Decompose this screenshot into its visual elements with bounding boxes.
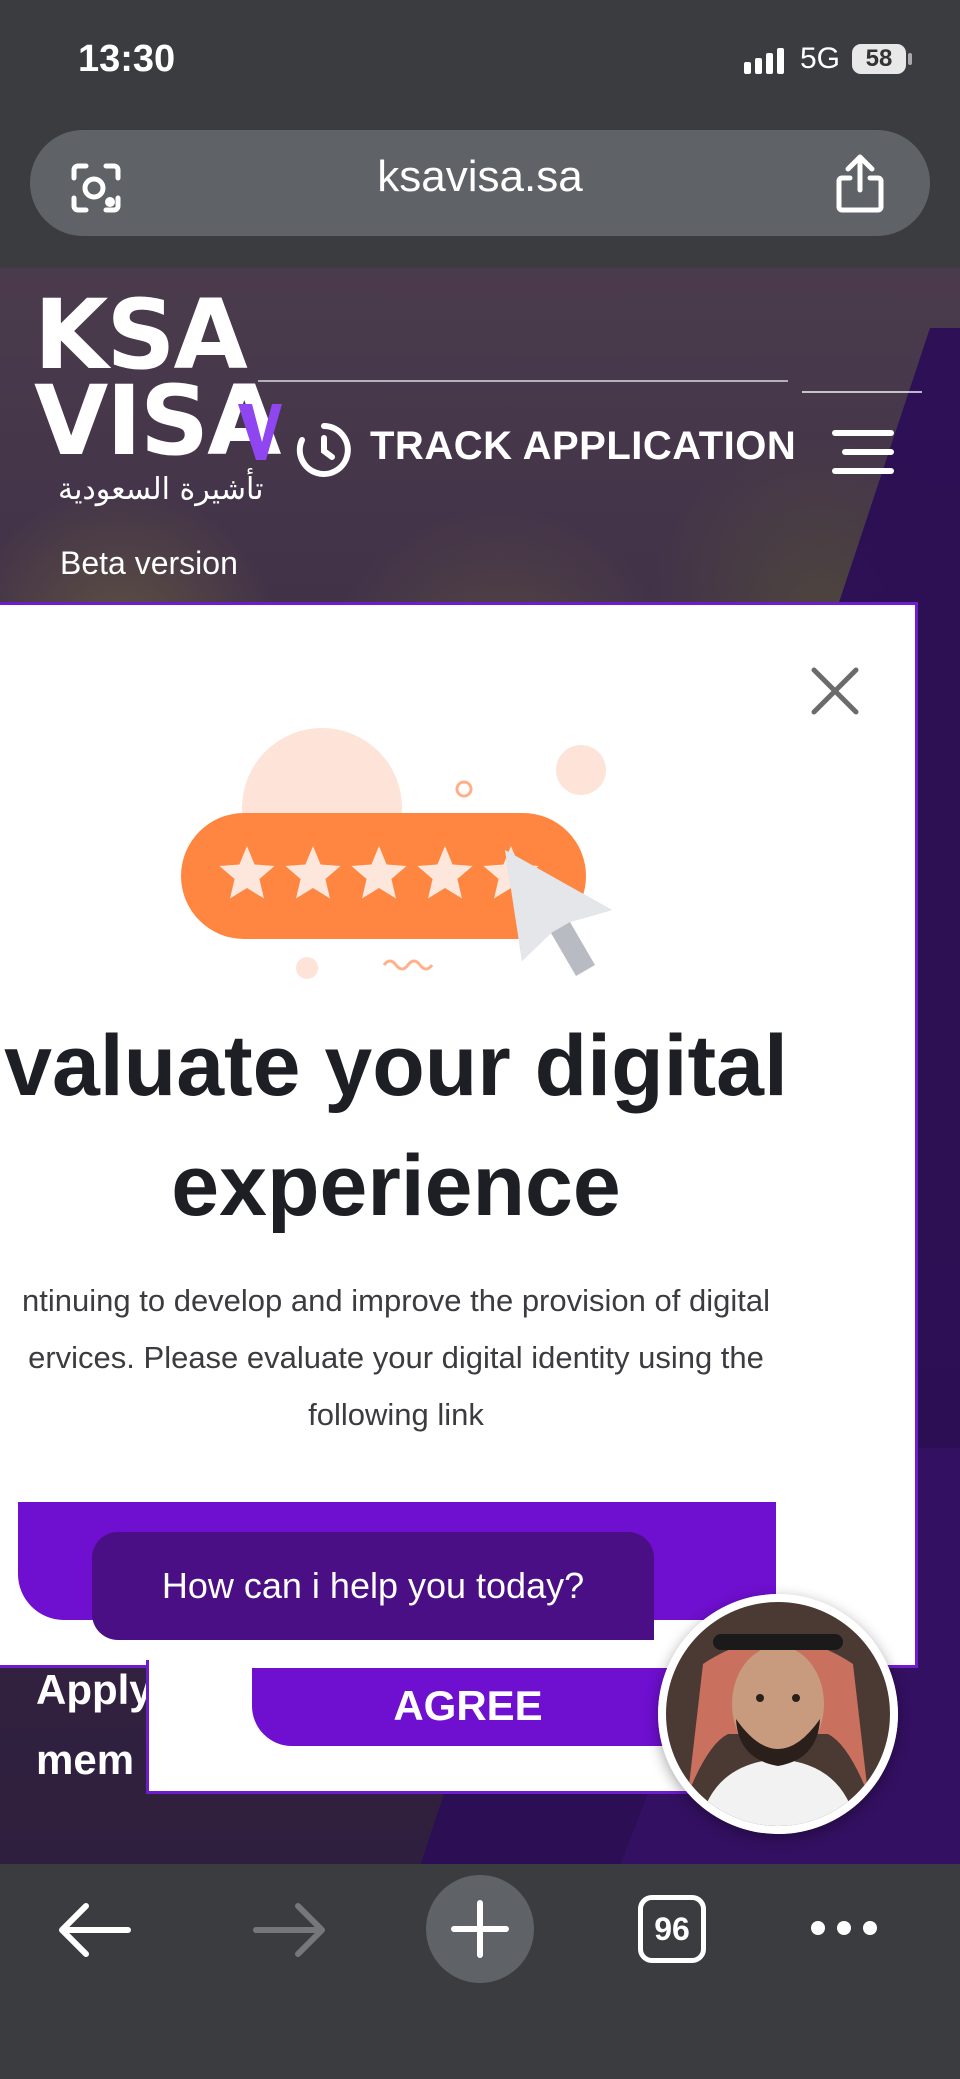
dialog-description: ntinuing to develop and improve the prov… [0, 1272, 912, 1443]
background-hero-text: Apply mem [36, 1655, 153, 1795]
chat-assistant-avatar[interactable] [658, 1594, 898, 1834]
back-arrow-icon[interactable] [58, 1902, 132, 1958]
more-options-icon[interactable] [808, 1918, 880, 1938]
decor-dot [296, 957, 318, 979]
chat-prompt-bubble[interactable]: How can i help you today? [92, 1532, 654, 1640]
url-text[interactable]: ksavisa.sa [0, 152, 960, 202]
track-application-link[interactable]: TRACK APPLICATION [370, 424, 796, 469]
status-time: 13:30 [78, 38, 176, 80]
battery-icon: 58 [852, 44, 906, 74]
share-icon[interactable] [834, 152, 886, 216]
battery-cap [908, 53, 912, 65]
close-icon[interactable] [808, 664, 862, 718]
decor-ring [455, 780, 473, 798]
heading-line: experience [171, 1138, 621, 1234]
forward-arrow-icon[interactable] [252, 1902, 326, 1958]
logo-arabic-text: تأشيرة السعودية [58, 472, 264, 507]
logo-check-mark [238, 404, 282, 460]
tab-switcher-button[interactable]: 96 [638, 1895, 706, 1963]
decor-squiggle [382, 959, 434, 971]
plus-icon [451, 1900, 509, 1958]
menu-hamburger-icon[interactable] [832, 430, 894, 487]
network-label: 5G [800, 42, 841, 75]
signal-icon [744, 48, 784, 74]
decor-circle [556, 745, 606, 795]
dialog-heading: valuate your digital experience [0, 1006, 912, 1246]
clock-icon[interactable] [294, 420, 354, 480]
agree-button[interactable]: AGREE [252, 1668, 684, 1746]
beta-version-label: Beta version [60, 545, 238, 581]
heading-line: valuate your digital [4, 1018, 788, 1114]
background-text-line: mem [36, 1736, 135, 1783]
description-line: following link [308, 1397, 484, 1432]
rating-illustration [181, 728, 612, 979]
new-tab-button[interactable] [426, 1875, 534, 1983]
nav-divider-right [802, 391, 922, 393]
nav-divider [258, 380, 788, 382]
description-line: ervices. Please evaluate your digital id… [28, 1340, 764, 1375]
description-line: ntinuing to develop and improve the prov… [22, 1283, 770, 1318]
